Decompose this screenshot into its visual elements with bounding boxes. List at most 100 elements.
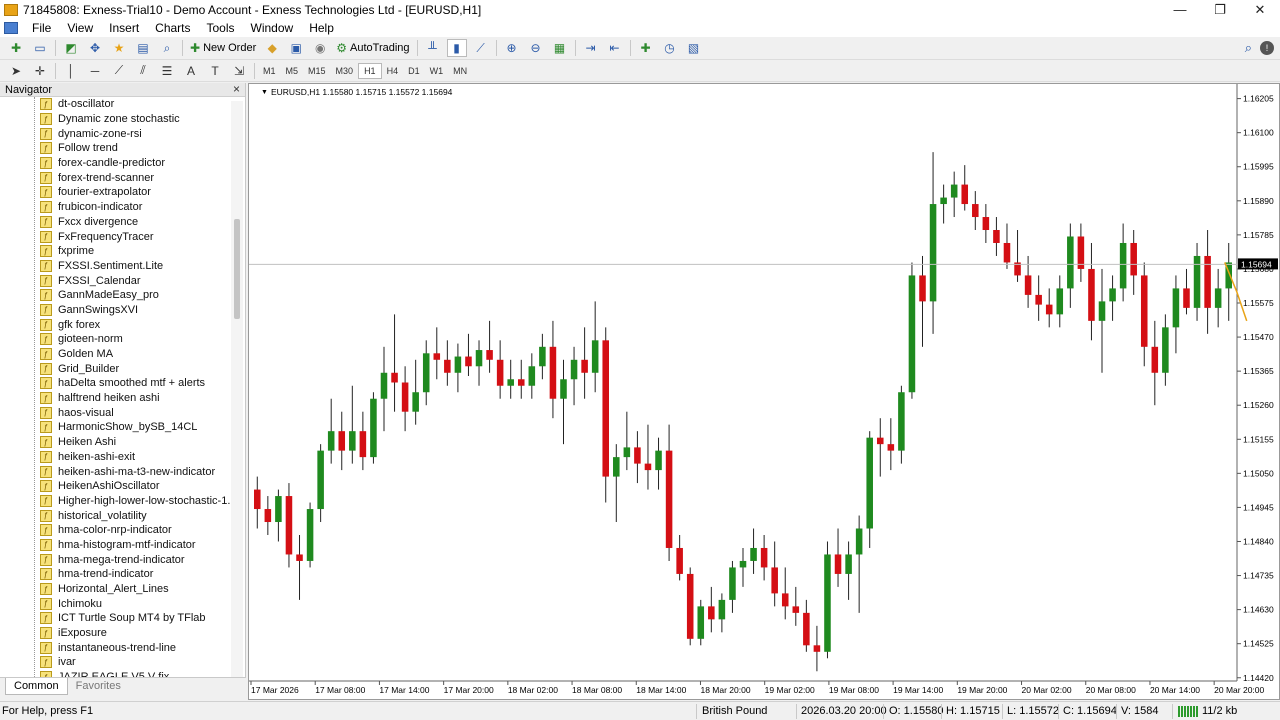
list-item[interactable]: ƒ fxprime bbox=[0, 244, 230, 259]
menu-window[interactable]: Window bbox=[243, 21, 302, 35]
scrollbar-thumb[interactable] bbox=[234, 219, 240, 319]
list-item[interactable]: ƒ HarmonicShow_bySB_14CL bbox=[0, 420, 230, 435]
chart-window-icon[interactable] bbox=[4, 22, 18, 34]
signals-icon[interactable]: ▣ bbox=[286, 39, 306, 57]
list-item[interactable]: ƒ gioteen-norm bbox=[0, 332, 230, 347]
cursor-icon[interactable]: ➤ bbox=[6, 62, 26, 80]
list-item[interactable]: ƒ Follow trend bbox=[0, 141, 230, 156]
timeframe-w1[interactable]: W1 bbox=[425, 63, 449, 79]
account-icon[interactable]: ! bbox=[1260, 41, 1274, 55]
text-label-icon[interactable]: T bbox=[205, 62, 225, 80]
list-item[interactable]: ƒ Grid_Builder bbox=[0, 361, 230, 376]
list-item[interactable]: ƒ GannSwingsXVI bbox=[0, 303, 230, 318]
symbol-dropdown-icon[interactable]: ▼ bbox=[261, 89, 268, 96]
tab-common[interactable]: Common bbox=[5, 678, 68, 695]
menu-help[interactable]: Help bbox=[301, 21, 342, 35]
trendline-icon[interactable]: ⟋ bbox=[109, 62, 129, 80]
autotrading-button[interactable]: ⚙ AutoTrading bbox=[332, 39, 413, 57]
menu-view[interactable]: View bbox=[59, 21, 101, 35]
new-order-button[interactable]: ✚ New Order bbox=[186, 39, 260, 57]
chart-shift-icon[interactable]: ⇥ bbox=[581, 39, 601, 57]
close-icon[interactable]: × bbox=[233, 82, 240, 96]
list-item[interactable]: ƒ forex-candle-predictor bbox=[0, 156, 230, 171]
list-item[interactable]: ƒ ICT Turtle Soup MT4 by TFlab bbox=[0, 611, 230, 626]
strategy-tester-icon[interactable]: ⌕ bbox=[157, 39, 177, 57]
navigator-scrollbar[interactable] bbox=[231, 101, 243, 677]
channel-icon[interactable]: ⫽ bbox=[133, 62, 153, 80]
timeframe-h4[interactable]: H4 bbox=[382, 63, 404, 79]
timeframe-m5[interactable]: M5 bbox=[281, 63, 304, 79]
list-item[interactable]: ƒ FXSSI_Calendar bbox=[0, 273, 230, 288]
periods-icon[interactable]: ◷ bbox=[660, 39, 680, 57]
list-item[interactable]: ƒ GannMadeEasy_pro bbox=[0, 288, 230, 303]
maximize-button[interactable]: ❐ bbox=[1200, 0, 1240, 19]
tab-favorites[interactable]: Favorites bbox=[68, 678, 129, 694]
list-item[interactable]: ƒ haos-visual bbox=[0, 405, 230, 420]
list-item[interactable]: ƒ Horizontal_Alert_Lines bbox=[0, 582, 230, 597]
price-chart[interactable]: 1.16205 1.16100 1.15995 1.15890 1.15785 1.156… bbox=[249, 84, 1279, 699]
vertical-line-icon[interactable]: │ bbox=[61, 62, 81, 80]
candlestick-chart-icon[interactable]: ▮ bbox=[446, 39, 467, 57]
templates-icon[interactable]: ▧ bbox=[684, 39, 704, 57]
timeframe-d1[interactable]: D1 bbox=[403, 63, 425, 79]
zoom-out-icon[interactable]: ⊖ bbox=[526, 39, 546, 57]
list-item[interactable]: ƒ historical_volatility bbox=[0, 508, 230, 523]
list-item[interactable]: ƒ HeikenAshiOscillator bbox=[0, 479, 230, 494]
minimize-button[interactable]: — bbox=[1160, 0, 1200, 19]
list-item[interactable]: ƒ heiken-ashi-exit bbox=[0, 450, 230, 465]
list-item[interactable]: ƒ halftrend heiken ashi bbox=[0, 391, 230, 406]
data-window-icon[interactable]: ✥ bbox=[85, 39, 105, 57]
list-item[interactable]: ƒ hma-trend-indicator bbox=[0, 567, 230, 582]
list-item[interactable]: ƒ dt-oscillator bbox=[0, 97, 230, 112]
list-item[interactable]: ƒ Golden MA bbox=[0, 347, 230, 362]
list-item[interactable]: ƒ hma-mega-trend-indicator bbox=[0, 552, 230, 567]
horizontal-line-icon[interactable]: ─ bbox=[85, 62, 105, 80]
list-item[interactable]: ƒ dynamic-zone-rsi bbox=[0, 126, 230, 141]
list-item[interactable]: ƒ FxFrequencyTracer bbox=[0, 229, 230, 244]
timeframe-m15[interactable]: M15 bbox=[303, 63, 331, 79]
new-chart-icon[interactable]: ✚ bbox=[6, 39, 26, 57]
list-item[interactable]: ƒJAZIR EAGLE V5 V fix bbox=[0, 670, 230, 677]
menu-insert[interactable]: Insert bbox=[101, 21, 147, 35]
metaeditor-icon[interactable]: ◆ bbox=[262, 39, 282, 57]
search-icon[interactable]: ⌕ bbox=[1245, 40, 1252, 56]
list-item[interactable]: ƒ frubicon-indicator bbox=[0, 200, 230, 215]
list-item[interactable]: ƒ fourier-extrapolator bbox=[0, 185, 230, 200]
arrows-icon[interactable]: ⇲ bbox=[229, 62, 249, 80]
list-item[interactable]: ƒ ivar bbox=[0, 655, 230, 670]
menu-tools[interactable]: Tools bbox=[199, 21, 243, 35]
list-item[interactable]: ƒ Dynamic zone stochastic bbox=[0, 112, 230, 127]
list-item[interactable]: ƒ Fxcx divergence bbox=[0, 215, 230, 230]
indicators-icon[interactable]: ✚ bbox=[636, 39, 656, 57]
line-chart-icon[interactable]: ⟋ bbox=[471, 39, 491, 57]
list-item[interactable]: ƒ gfk forex bbox=[0, 317, 230, 332]
navigator-icon[interactable]: ★ bbox=[109, 39, 129, 57]
timeframe-mn[interactable]: MN bbox=[448, 63, 472, 79]
zoom-in-icon[interactable]: ⊕ bbox=[502, 39, 522, 57]
text-icon[interactable]: A bbox=[181, 62, 201, 80]
timeframe-m1[interactable]: M1 bbox=[258, 63, 281, 79]
market-icon[interactable]: ◉ bbox=[310, 39, 330, 57]
terminal-icon[interactable]: ▤ bbox=[133, 39, 153, 57]
timeframe-m30[interactable]: M30 bbox=[331, 63, 359, 79]
menu-file[interactable]: File bbox=[24, 21, 59, 35]
list-item[interactable]: ƒ haDelta smoothed mtf + alerts bbox=[0, 376, 230, 391]
list-item[interactable]: ƒ forex-trend-scanner bbox=[0, 170, 230, 185]
list-item[interactable]: ƒ Ichimoku bbox=[0, 596, 230, 611]
list-item[interactable]: ƒ hma-color-nrp-indicator bbox=[0, 523, 230, 538]
auto-scroll-icon[interactable]: ⇤ bbox=[605, 39, 625, 57]
chart-window[interactable]: 1.16205 1.16100 1.15995 1.15890 1.15785 1.156… bbox=[248, 83, 1280, 700]
list-item[interactable]: ƒ Heiken Ashi bbox=[0, 435, 230, 450]
menu-charts[interactable]: Charts bbox=[147, 21, 198, 35]
market-watch-icon[interactable]: ◩ bbox=[61, 39, 81, 57]
list-item[interactable]: ƒ heiken-ashi-ma-t3-new-indicator bbox=[0, 464, 230, 479]
profiles-icon[interactable]: ▭ bbox=[30, 39, 50, 57]
list-item[interactable]: ƒ FXSSI.Sentiment.Lite bbox=[0, 259, 230, 274]
timeframe-h1[interactable]: H1 bbox=[358, 62, 382, 79]
list-item[interactable]: ƒ Higher-high-lower-low-stochastic-1.3 bbox=[0, 494, 230, 509]
list-item[interactable]: ƒ hma-histogram-mtf-indicator bbox=[0, 538, 230, 553]
status-profile[interactable]: British Pound bbox=[702, 705, 767, 717]
bar-chart-icon[interactable]: ╨ bbox=[423, 39, 443, 57]
fibonacci-icon[interactable]: ☰ bbox=[157, 62, 177, 80]
close-window-button[interactable]: ✕ bbox=[1240, 0, 1280, 19]
